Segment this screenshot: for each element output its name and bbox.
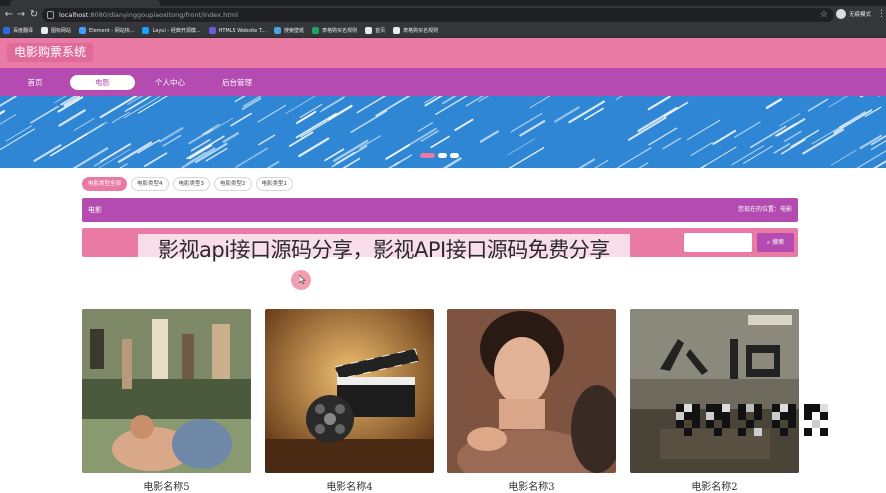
incognito-avatar-icon	[836, 9, 846, 19]
movie-title[interactable]: 电影名称5	[82, 478, 251, 493]
site-title: 电影购票系统	[7, 43, 93, 62]
profile-name: 无痕模式	[849, 10, 871, 18]
bookmark-favicon-icon	[365, 27, 372, 34]
movie-title[interactable]: 电影名称4	[265, 478, 434, 493]
bookmark-favicon-icon	[142, 27, 149, 34]
category-pill[interactable]: 电影类型4	[131, 177, 169, 191]
address-bar[interactable]: localhost:8080/dianyinggoupiaoxitong/fro…	[42, 8, 834, 22]
nav-home[interactable]: 首页	[18, 75, 52, 90]
bookmark-item[interactable]: 百度翻译	[3, 27, 33, 34]
more-menu-icon[interactable]: ⋮	[877, 9, 886, 19]
movie-poster[interactable]	[82, 309, 251, 473]
bookmark-label: HTML5 Website T...	[219, 28, 266, 34]
category-pill[interactable]: 电影类型3	[173, 177, 211, 191]
bookmark-item[interactable]: 搜索壁纸	[274, 27, 304, 34]
forward-icon[interactable]: →	[14, 8, 28, 22]
war-film-poster-image	[630, 309, 799, 473]
site-header: 电影购票系统	[0, 38, 886, 68]
breadcrumb: 电影 您现在的位置：电影	[82, 198, 798, 222]
category-pill[interactable]: 电影类型全部	[82, 177, 127, 191]
carousel-dot[interactable]	[450, 153, 459, 158]
location-text: 您现在的位置：电影	[738, 198, 792, 222]
search-button[interactable]: ⌕ 搜索	[757, 233, 794, 252]
movie-card[interactable]: 电影名称2	[630, 309, 799, 493]
search-icon: ⌕	[767, 239, 770, 246]
family-scene-image	[82, 309, 251, 473]
info-icon[interactable]	[47, 11, 54, 19]
bookmark-item[interactable]: HTML5 Website T...	[209, 27, 266, 34]
movie-title[interactable]: 电影名称3	[447, 478, 616, 493]
video-watermark: 影视api接口源码分享，影视API接口源码免费分享	[138, 234, 630, 266]
pixelated-mosaic	[676, 402, 836, 440]
search-input[interactable]	[684, 233, 752, 252]
search-button-label: 搜索	[772, 239, 784, 246]
bookmark-item[interactable]: Layui - 经典开源模...	[142, 27, 200, 34]
bookmark-favicon-icon	[209, 27, 216, 34]
mouse-cursor-highlight	[291, 270, 311, 290]
bookmark-favicon-icon	[3, 27, 10, 34]
url-text[interactable]: localhost:8080/dianyinggoupiaoxitong/fro…	[59, 9, 238, 21]
bookmark-item[interactable]: Element - 网站快...	[79, 27, 134, 34]
bookmark-label: 图标网站	[51, 27, 71, 34]
bookmark-label: 表格购买名规则	[403, 27, 438, 34]
bookmark-favicon-icon	[41, 27, 48, 34]
bookmark-label: 首页	[375, 27, 385, 34]
film-reel-clapper-image	[265, 309, 434, 473]
bookmark-label: Element - 网站快...	[89, 27, 134, 34]
movie-card[interactable]: 电影名称3	[447, 309, 616, 493]
bookmark-favicon-icon	[393, 27, 400, 34]
category-filter: 电影类型全部电影类型4 电影类型3电影类型2 电影类型1	[82, 177, 297, 191]
bookmark-label: 百度翻译	[13, 27, 33, 34]
bookmark-label: 表格购买名规则	[322, 27, 357, 34]
bookmark-item[interactable]: 图标网站	[41, 27, 71, 34]
carousel-dot-active[interactable]	[420, 153, 435, 158]
bookmark-label: Layui - 经典开源模...	[152, 27, 200, 34]
bookmark-item[interactable]: 表格购买名规则	[393, 27, 438, 34]
bookmark-item[interactable]: 表格购买名规则	[312, 27, 357, 34]
bookmark-favicon-icon	[274, 27, 281, 34]
bookmark-item[interactable]: 首页	[365, 27, 385, 34]
bookmarks-bar: 百度翻译 图标网站 Element - 网站快... Layui - 经典开源模...…	[0, 24, 886, 38]
movie-poster[interactable]	[265, 309, 434, 473]
carousel-indicators	[420, 153, 462, 158]
reload-icon[interactable]: ↻	[27, 8, 41, 22]
bookmark-star-icon[interactable]: ☆	[820, 8, 828, 22]
movie-card[interactable]: 电影名称4	[265, 309, 434, 493]
bookmark-favicon-icon	[79, 27, 86, 34]
category-pill[interactable]: 电影类型1	[256, 177, 294, 191]
carousel-dot[interactable]	[438, 153, 447, 158]
main-nav: 首页 电影 个人中心 后台管理	[0, 68, 886, 96]
bookmark-label: 搜索壁纸	[284, 27, 304, 34]
browser-toolbar: ← → ↻ localhost:8080/dianyinggoupiaoxito…	[0, 6, 886, 24]
movie-poster[interactable]	[630, 309, 799, 473]
nav-admin[interactable]: 后台管理	[215, 75, 259, 90]
movie-title[interactable]: 电影名称2	[630, 478, 799, 493]
nav-user-center[interactable]: 个人中心	[149, 75, 191, 90]
movie-poster[interactable]	[447, 309, 616, 473]
woman-portrait-image	[447, 309, 616, 473]
movie-card[interactable]: 电影名称5	[82, 309, 251, 493]
nav-movies[interactable]: 电影	[70, 75, 135, 90]
category-pill[interactable]: 电影类型2	[214, 177, 252, 191]
profile-menu[interactable]: 无痕模式 ⋮	[836, 9, 886, 19]
bookmark-favicon-icon	[312, 27, 319, 34]
cursor-arrow-icon	[299, 275, 306, 284]
section-label: 电影	[88, 198, 102, 222]
